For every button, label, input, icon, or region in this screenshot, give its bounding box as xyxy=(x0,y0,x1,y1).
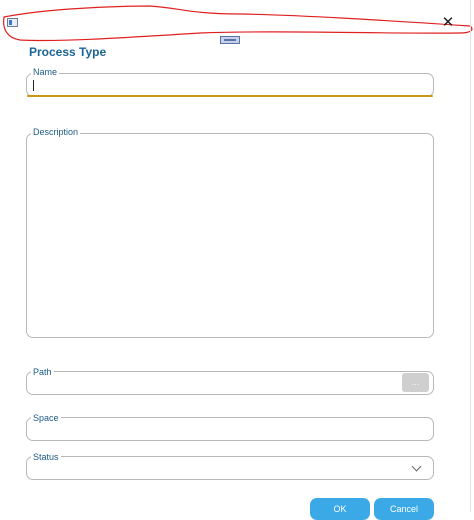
status-select[interactable] xyxy=(26,456,434,480)
name-label: Name xyxy=(31,67,60,77)
close-icon[interactable]: ✕ xyxy=(440,15,456,31)
browse-button[interactable]: ... xyxy=(402,373,429,392)
text-cursor xyxy=(33,80,34,91)
name-field[interactable] xyxy=(26,73,434,97)
window-border xyxy=(470,0,471,512)
focus-underline xyxy=(27,95,433,97)
path-label: Path xyxy=(31,367,54,377)
description-label: Description xyxy=(31,127,81,137)
path-field[interactable] xyxy=(26,371,434,395)
space-field[interactable] xyxy=(26,417,434,441)
description-field[interactable] xyxy=(26,133,434,338)
drag-handle[interactable] xyxy=(220,36,240,44)
status-label: Status xyxy=(31,452,61,462)
space-label: Space xyxy=(31,413,61,423)
cancel-button[interactable]: Cancel xyxy=(374,498,434,520)
ok-button[interactable]: OK xyxy=(310,498,370,520)
app-window-icon xyxy=(7,18,18,27)
page-title: Process Type xyxy=(29,45,107,59)
